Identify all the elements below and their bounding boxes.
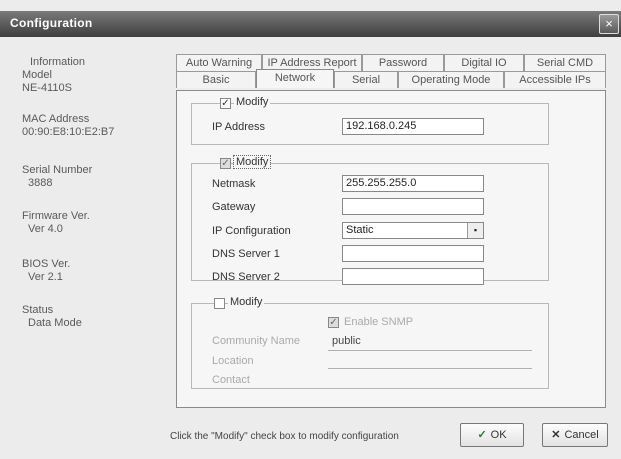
serial-number-label: Serial Number (22, 164, 93, 176)
snmp-modify-label: Modify (228, 296, 265, 308)
ip-address-label: IP Address (212, 121, 265, 133)
firmware-value: Ver 4.0 (28, 223, 63, 235)
status-label: Status (22, 304, 54, 316)
tabs-area: Auto Warning IP Address Report Password … (170, 44, 610, 414)
dns-server-2-label: DNS Server 2 (212, 271, 280, 283)
tab-auto-warning[interactable]: Auto Warning (176, 54, 262, 71)
close-icon: × (605, 16, 613, 31)
configuration-window: Configuration × Information Model NE-411… (0, 0, 621, 459)
title-bar: Configuration × (0, 11, 621, 37)
serial-number-value: 3888 (28, 177, 53, 189)
location-label: Location (212, 355, 254, 367)
cancel-x-icon: ✕ (551, 429, 561, 441)
close-button[interactable]: × (599, 14, 619, 34)
ip-configuration-label: IP Configuration (212, 225, 291, 237)
enable-snmp-label: Enable SNMP (344, 316, 414, 328)
device-info-panel: Information Model NE-4110S MAC Address 0… (8, 40, 166, 440)
community-name-value[interactable]: public (332, 335, 361, 347)
checkmark-icon: ✓ (477, 429, 487, 441)
mac-label: MAC Address (22, 113, 90, 125)
community-name-underline (328, 350, 532, 351)
enable-snmp-checkbox[interactable]: ✓ (328, 317, 339, 328)
status-value: Data Mode (28, 317, 82, 329)
ip-address-input[interactable]: 192.168.0.245 (342, 118, 484, 135)
tab-serial[interactable]: Serial (334, 71, 398, 88)
ip-modify-label: Modify (234, 96, 271, 108)
hint-text: Click the "Modify" check box to modify c… (170, 431, 399, 442)
net-modify-checkbox[interactable]: ✓ (220, 158, 231, 169)
bios-value: Ver 2.1 (28, 271, 63, 283)
model-label: Model (22, 69, 52, 81)
ok-button-label: OK (490, 429, 507, 441)
ok-button[interactable]: ✓ OK (460, 423, 524, 447)
dns-server-1-label: DNS Server 1 (212, 248, 280, 260)
snmp-group: Modify ✓ Enable SNMP Community Name publ… (191, 296, 549, 389)
snmp-modify-checkbox[interactable] (214, 298, 225, 309)
gateway-input[interactable] (342, 198, 484, 215)
info-heading: Information (30, 56, 86, 68)
ip-modify-checkbox[interactable]: ✓ (220, 98, 231, 109)
tab-basic[interactable]: Basic (176, 71, 256, 88)
community-name-label: Community Name (212, 335, 301, 347)
model-value: NE-4110S (22, 82, 72, 94)
dns-server-2-input[interactable] (342, 268, 484, 285)
window-title: Configuration (10, 16, 93, 30)
ip-address-group: ✓ Modify IP Address 192.168.0.245 (191, 96, 549, 145)
tab-network[interactable]: Network (256, 69, 334, 88)
ip-configuration-select[interactable]: Static ▪ (342, 222, 484, 239)
mac-value: 00:90:E8:10:E2:B7 (22, 126, 115, 138)
ip-configuration-value: Static (346, 224, 374, 236)
netmask-label: Netmask (212, 178, 256, 190)
tab-accessible-ips[interactable]: Accessible IPs (504, 71, 606, 88)
dns-server-1-input[interactable] (342, 245, 484, 262)
network-tab-panel: ✓ Modify IP Address 192.168.0.245 ✓ Modi… (176, 90, 606, 408)
gateway-label: Gateway (212, 201, 256, 213)
firmware-label: Firmware Ver. (22, 210, 90, 222)
footer: Click the "Modify" check box to modify c… (170, 420, 610, 450)
contact-label: Contact (212, 374, 250, 386)
cancel-button-label: Cancel (564, 429, 599, 441)
network-settings-group: ✓ Modify Netmask 255.255.255.0 Gateway I… (191, 155, 549, 285)
cancel-button[interactable]: ✕ Cancel (542, 423, 608, 447)
tab-serial-cmd[interactable]: Serial CMD (524, 54, 606, 71)
location-underline[interactable] (328, 368, 532, 369)
tab-password[interactable]: Password (362, 54, 444, 71)
tab-digital-io[interactable]: Digital IO (444, 54, 524, 71)
tab-operating-mode[interactable]: Operating Mode (398, 71, 504, 88)
netmask-input[interactable]: 255.255.255.0 (342, 175, 484, 192)
chevron-down-icon[interactable]: ▪ (467, 223, 483, 238)
net-modify-label: Modify (232, 155, 272, 169)
bios-label: BIOS Ver. (22, 258, 71, 270)
